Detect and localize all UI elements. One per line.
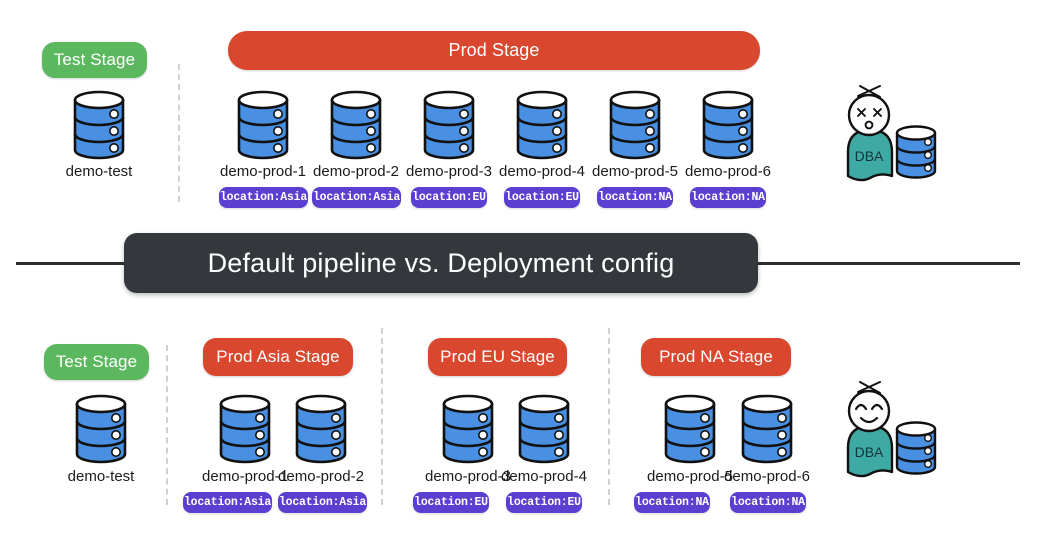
bottom-prod-asia-stage-label: Prod Asia Stage (216, 347, 340, 366)
location-badge-text: location:EU (412, 191, 486, 204)
top-test-stage-chip[interactable]: Test Stage (42, 42, 147, 78)
location-badge-demo-prod-2-top[interactable]: location:Asia (312, 187, 401, 208)
location-badge-demo-prod-2-bottom[interactable]: location:Asia (278, 492, 367, 513)
location-badge-text: location:Asia (278, 496, 367, 509)
dba-label: DBA (855, 444, 884, 460)
top-prod-stage-label: Prod Stage (448, 40, 540, 60)
location-badge-text: location:NA (635, 496, 709, 509)
db-icon-demo-prod-2-top (325, 88, 387, 167)
bottom-divider-1 (166, 345, 168, 505)
banner-title: Default pipeline vs. Deployment config (207, 247, 675, 278)
node-label-demo-prod-4-bottom: demo-prod-4 (501, 468, 587, 485)
bottom-divider-3 (608, 328, 610, 505)
location-badge-text: location:Asia (183, 496, 272, 509)
db-icon-demo-prod-5-bottom (659, 392, 721, 471)
top-prod-stage-bar[interactable]: Prod Stage (228, 31, 760, 70)
location-badge-text: location:EU (414, 496, 488, 509)
location-badge-text: location:EU (505, 191, 579, 204)
db-icon-demo-prod-3-bottom (437, 392, 499, 471)
dba-persona-frustrated: DBA (838, 82, 950, 191)
location-badge-demo-prod-6-top[interactable]: location:NA (690, 187, 766, 208)
location-badge-demo-prod-4-bottom[interactable]: location:EU (506, 492, 582, 513)
top-test-stage-label: Test Stage (53, 50, 136, 69)
banner-line-right (752, 262, 1020, 265)
bottom-prod-na-stage-chip[interactable]: Prod NA Stage (641, 338, 791, 376)
node-label-demo-test-top: demo-test (65, 163, 133, 180)
db-icon-demo-prod-5-top (604, 88, 666, 167)
bottom-divider-2 (381, 328, 383, 505)
location-badge-text: location:NA (691, 191, 765, 204)
location-badge-text: location:Asia (312, 191, 401, 204)
head-shape (847, 389, 891, 433)
node-label-demo-prod-2-bottom: demo-prod-2 (278, 468, 364, 485)
bottom-test-stage-label: Test Stage (55, 352, 138, 371)
location-badge-demo-prod-5-top[interactable]: location:NA (597, 187, 673, 208)
dba-persona-happy: DBA (838, 378, 950, 487)
db-icon-demo-test-bottom (70, 392, 132, 471)
location-badge-text: location:NA (731, 496, 805, 509)
bottom-prod-na-stage-label: Prod NA Stage (659, 347, 773, 366)
bottom-prod-eu-stage-chip[interactable]: Prod EU Stage (428, 338, 567, 376)
location-badge-demo-prod-1-bottom[interactable]: location:Asia (183, 492, 272, 513)
location-badge-text: location:EU (507, 496, 581, 509)
node-label-demo-test-bottom: demo-test (67, 468, 135, 485)
location-badge-text: location:NA (598, 191, 672, 204)
section-divider-banner: Default pipeline vs. Deployment config (124, 233, 758, 293)
location-badge-demo-prod-1-top[interactable]: location:Asia (219, 187, 308, 208)
location-badge-demo-prod-3-top[interactable]: location:EU (411, 187, 487, 208)
node-label-demo-prod-6-bottom: demo-prod-6 (724, 468, 810, 485)
diagram-canvas: Test Stage Prod Stage demo-test demo-pro… (0, 0, 1038, 544)
db-icon-demo-prod-6-top (697, 88, 759, 167)
dba-label: DBA (855, 148, 884, 164)
location-badge-demo-prod-3-bottom[interactable]: location:EU (413, 492, 489, 513)
node-label-demo-prod-6-top: demo-prod-6 (685, 163, 771, 180)
db-icon-demo-prod-2-bottom (290, 392, 352, 471)
banner-line-left (16, 262, 136, 265)
db-icon-demo-prod-3-top (418, 88, 480, 167)
bottom-prod-eu-stage-label: Prod EU Stage (440, 347, 555, 366)
location-badge-demo-prod-5-bottom[interactable]: location:NA (634, 492, 710, 513)
top-divider-1 (178, 64, 180, 202)
db-icon-demo-prod-6-bottom (736, 392, 798, 471)
bottom-test-stage-chip[interactable]: Test Stage (44, 344, 149, 380)
db-icon-demo-prod-4-top (511, 88, 573, 167)
db-icon-demo-prod-1-bottom (214, 392, 276, 471)
db-icon-demo-prod-1-top (232, 88, 294, 167)
location-badge-text: location:Asia (219, 191, 308, 204)
location-badge-demo-prod-4-top[interactable]: location:EU (504, 187, 580, 208)
location-badge-demo-prod-6-bottom[interactable]: location:NA (730, 492, 806, 513)
bottom-prod-asia-stage-chip[interactable]: Prod Asia Stage (203, 338, 353, 376)
db-icon-demo-test-top (68, 88, 130, 167)
db-icon-demo-prod-4-bottom (513, 392, 575, 471)
